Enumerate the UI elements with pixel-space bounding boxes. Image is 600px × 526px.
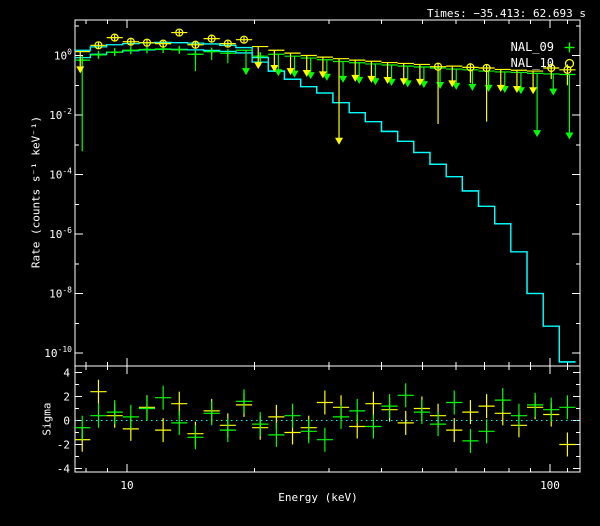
legend: NAL_09 NAL_10 <box>511 39 576 71</box>
plus-marker-icon <box>563 41 576 54</box>
nal10-data-series <box>75 29 576 145</box>
svg-text:0: 0 <box>63 415 70 428</box>
svg-text:10-2: 10-2 <box>49 107 72 122</box>
svg-text:10-10: 10-10 <box>44 345 72 360</box>
svg-text:10: 10 <box>120 479 133 492</box>
circle-marker-icon <box>563 57 576 70</box>
svg-text:100: 100 <box>54 48 72 63</box>
x-axis-label-energy: Energy (keV) <box>278 491 357 504</box>
svg-text:10-8: 10-8 <box>49 286 72 301</box>
svg-text:100: 100 <box>540 479 560 492</box>
nal09-data-series <box>75 45 576 151</box>
svg-text:-2: -2 <box>57 439 70 452</box>
y-axis-label-rate: Rate (counts s⁻¹ keV⁻¹) <box>30 116 43 268</box>
y-axis-label-sigma: Sigma <box>41 402 54 435</box>
xspec-spectrum-figure: 10 100 100 10-2 10-4 10-6 10-8 10-10 4 2 0 -2 -4 Tim… <box>0 0 600 526</box>
svg-text:4: 4 <box>63 367 70 380</box>
spectrum-plot-canvas: 10 100 100 10-2 10-4 10-6 10-8 10-10 4 2 0 -2 -4 <box>0 0 600 526</box>
svg-text:2: 2 <box>63 391 70 404</box>
legend-label-nal10: NAL_10 <box>511 56 554 70</box>
legend-row-nal09: NAL_09 <box>511 39 576 55</box>
times-label: Times: −35.413: 62.693 s <box>427 7 586 20</box>
svg-text:10-6: 10-6 <box>49 226 72 241</box>
legend-row-nal10: NAL_10 <box>511 55 576 71</box>
legend-label-nal09: NAL_09 <box>511 40 554 54</box>
svg-text:10-4: 10-4 <box>49 167 72 182</box>
svg-text:-4: -4 <box>57 463 71 476</box>
